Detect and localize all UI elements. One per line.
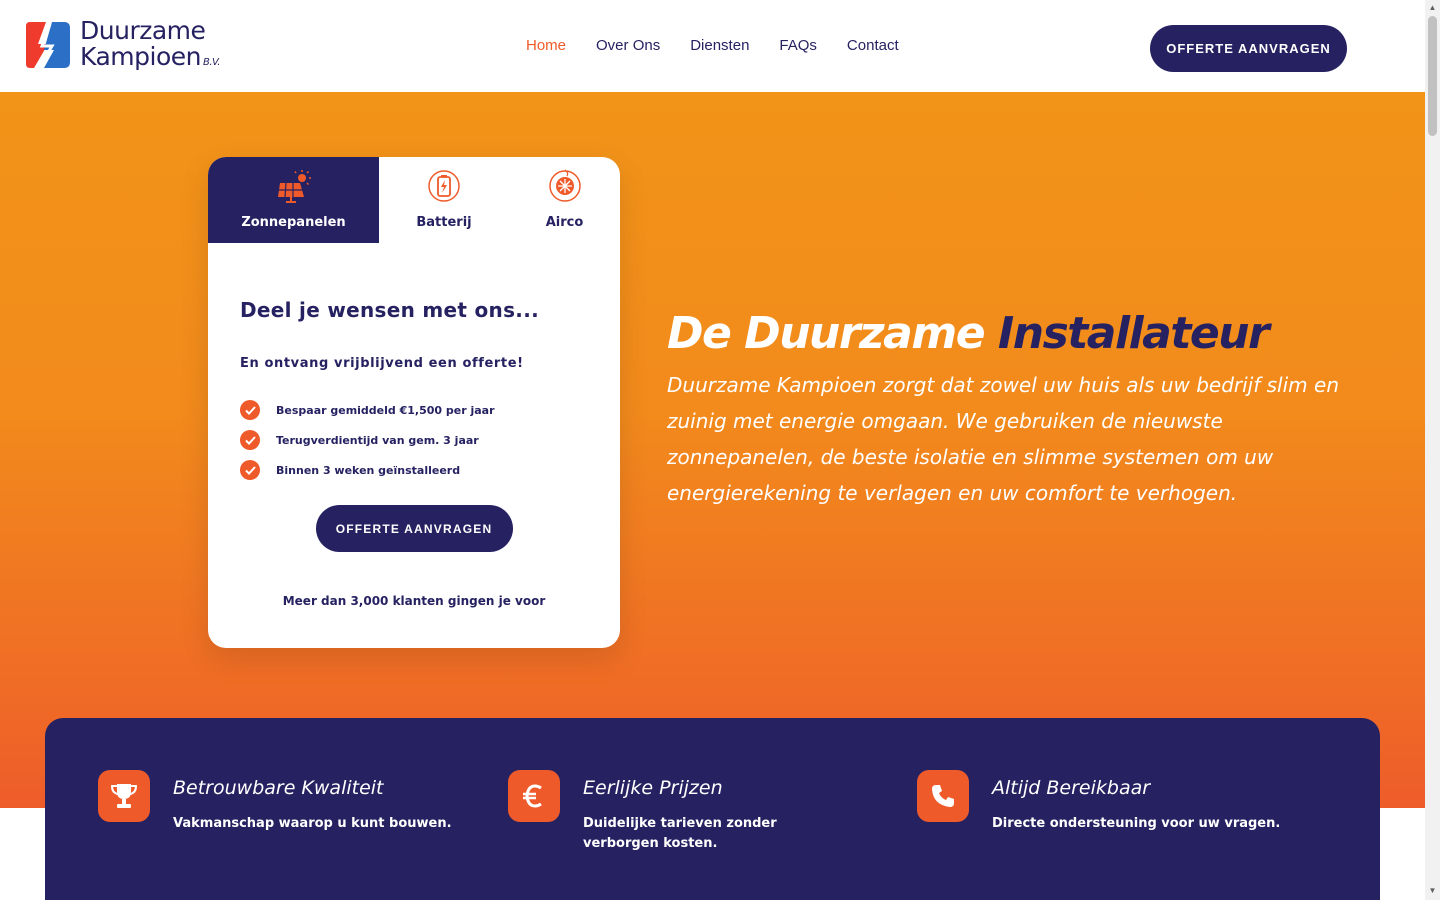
benefit-item: Binnen 3 weken geïnstalleerd xyxy=(240,455,588,485)
phone-icon xyxy=(917,770,969,822)
benefit-text: Bespaar gemiddeld €1,500 per jaar xyxy=(276,403,495,417)
trophy-icon xyxy=(98,770,150,822)
feature-desc: Vakmanschap waarop u kunt bouwen. xyxy=(173,816,452,831)
card-heading: Deel je wensen met ons... xyxy=(240,298,539,322)
tab-zonnepanelen[interactable]: Zonnepanelen xyxy=(208,157,379,243)
feature-desc: Duidelijke tarieven zonder verborgen kos… xyxy=(583,816,777,851)
hero-title: De Duurzame Installateur xyxy=(667,308,1270,359)
logo-line2: Kampioen xyxy=(80,42,201,71)
logo-line1: Duurzame xyxy=(80,16,206,45)
benefit-text: Binnen 3 weken geïnstalleerd xyxy=(276,463,461,477)
features-band: Betrouwbare Kwaliteit Vakmanschap waarop… xyxy=(45,718,1380,900)
feature-title: Eerlijke Prijzen xyxy=(583,777,723,799)
check-icon xyxy=(240,460,260,480)
feature-desc: Directe ondersteuning voor uw vragen. xyxy=(992,816,1281,831)
main-nav: Home Over Ons Diensten FAQs Contact xyxy=(526,37,899,54)
solar-panel-icon xyxy=(276,169,312,207)
service-tabs: Zonnepanelen Batterij Airco xyxy=(208,157,620,243)
nav-contact[interactable]: Contact xyxy=(847,37,899,54)
nav-over-ons[interactable]: Over Ons xyxy=(596,37,660,54)
scroll-up-icon[interactable]: ▲ xyxy=(1425,1,1440,15)
header-quote-button[interactable]: OFFERTE AANVRAGEN xyxy=(1150,25,1347,72)
euro-icon xyxy=(508,770,560,822)
scroll-thumb[interactable] xyxy=(1428,16,1437,136)
battery-icon xyxy=(426,169,462,207)
card-subheading: En ontvang vrijblijvend een offerte! xyxy=(240,356,524,371)
logo[interactable]: Duurzame Kampioen B.V. xyxy=(24,18,220,76)
benefit-item: Bespaar gemiddeld €1,500 per jaar xyxy=(240,395,588,425)
feature-quality: Betrouwbare Kwaliteit Vakmanschap waarop… xyxy=(98,770,478,834)
logo-text: Duurzame Kampioen B.V. xyxy=(80,18,220,76)
benefits-list: Bespaar gemiddeld €1,500 per jaar Terugv… xyxy=(240,395,588,485)
tab-label: Airco xyxy=(545,215,584,230)
hero-title-dark: Installateur xyxy=(997,308,1270,359)
benefit-text: Terugverdientijd van gem. 3 jaar xyxy=(276,433,479,447)
check-icon xyxy=(240,400,260,420)
tab-airco[interactable]: Airco xyxy=(509,157,620,243)
feature-availability: Altijd Bereikbaar Directe ondersteuning … xyxy=(917,770,1297,834)
customers-note: Meer dan 3,000 klanten gingen je voor xyxy=(282,594,546,608)
airco-icon xyxy=(547,169,583,207)
check-icon xyxy=(240,430,260,450)
scroll-down-icon[interactable]: ▼ xyxy=(1425,884,1440,898)
hero-description: Duurzame Kampioen zorgt dat zowel uw hui… xyxy=(667,373,1339,505)
feature-title: Altijd Bereikbaar xyxy=(992,777,1151,799)
tab-label: Batterij xyxy=(416,215,472,230)
tab-batterij[interactable]: Batterij xyxy=(379,157,509,243)
nav-home[interactable]: Home xyxy=(526,37,566,54)
site-header: Duurzame Kampioen B.V. Home Over Ons Dien… xyxy=(0,0,1425,92)
page-scrollbar[interactable]: ▲ ▼ xyxy=(1425,0,1440,900)
hero-title-white: De Duurzame xyxy=(667,308,986,359)
tab-label: Zonnepanelen xyxy=(241,215,346,230)
nav-faqs[interactable]: FAQs xyxy=(779,37,817,54)
logo-suffix: B.V. xyxy=(202,57,220,68)
logo-bolt-icon xyxy=(24,20,72,70)
feature-title: Betrouwbare Kwaliteit xyxy=(173,777,384,799)
benefit-item: Terugverdientijd van gem. 3 jaar xyxy=(240,425,588,455)
card-quote-button[interactable]: OFFERTE AANVRAGEN xyxy=(315,505,513,552)
quote-card: Zonnepanelen Batterij Airco Deel je wens… xyxy=(208,157,620,648)
nav-diensten[interactable]: Diensten xyxy=(690,37,749,54)
feature-prices: Eerlijke Prijzen Duidelijke tarieven zon… xyxy=(508,770,808,854)
